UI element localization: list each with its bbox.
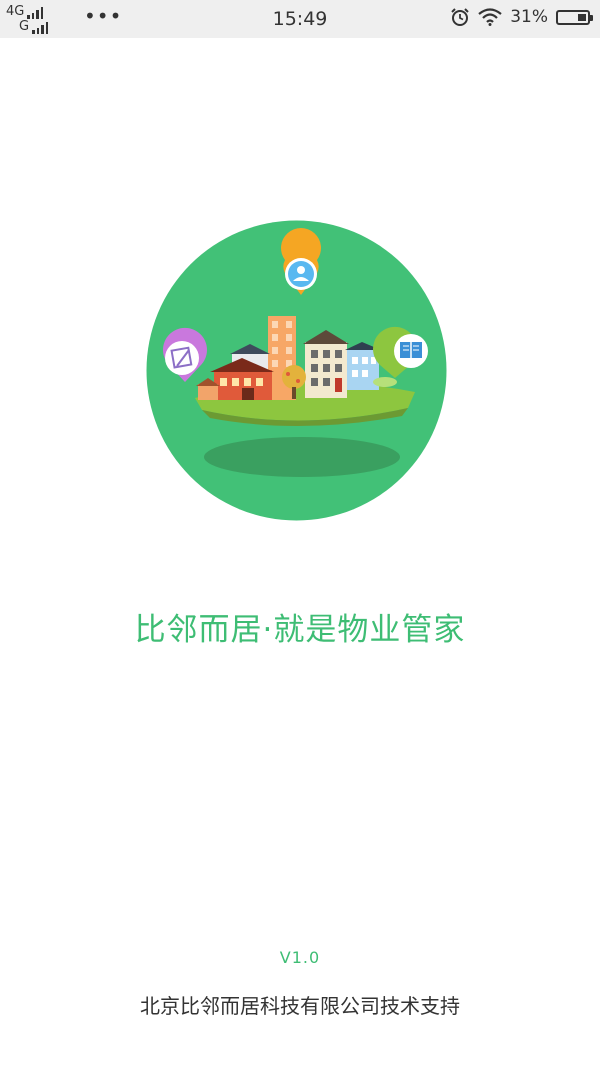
company-credit: 北京比邻而居科技有限公司技术支持 bbox=[140, 994, 460, 1018]
status-bar: 4G G ••• 15:49 31% bbox=[0, 0, 600, 38]
battery-percent: 31% bbox=[510, 7, 548, 27]
battery-level-fill bbox=[578, 13, 586, 21]
status-right-icons: 31% bbox=[450, 7, 593, 27]
island-shadow bbox=[204, 437, 400, 477]
wifi-icon bbox=[478, 8, 502, 26]
battery-icon bbox=[556, 9, 593, 25]
alarm-icon bbox=[451, 8, 469, 26]
app-version: V1.0 bbox=[279, 948, 321, 967]
app-slogan: 比邻而居·就是物业管家 bbox=[134, 612, 466, 648]
hero-illustration bbox=[146, 220, 447, 521]
